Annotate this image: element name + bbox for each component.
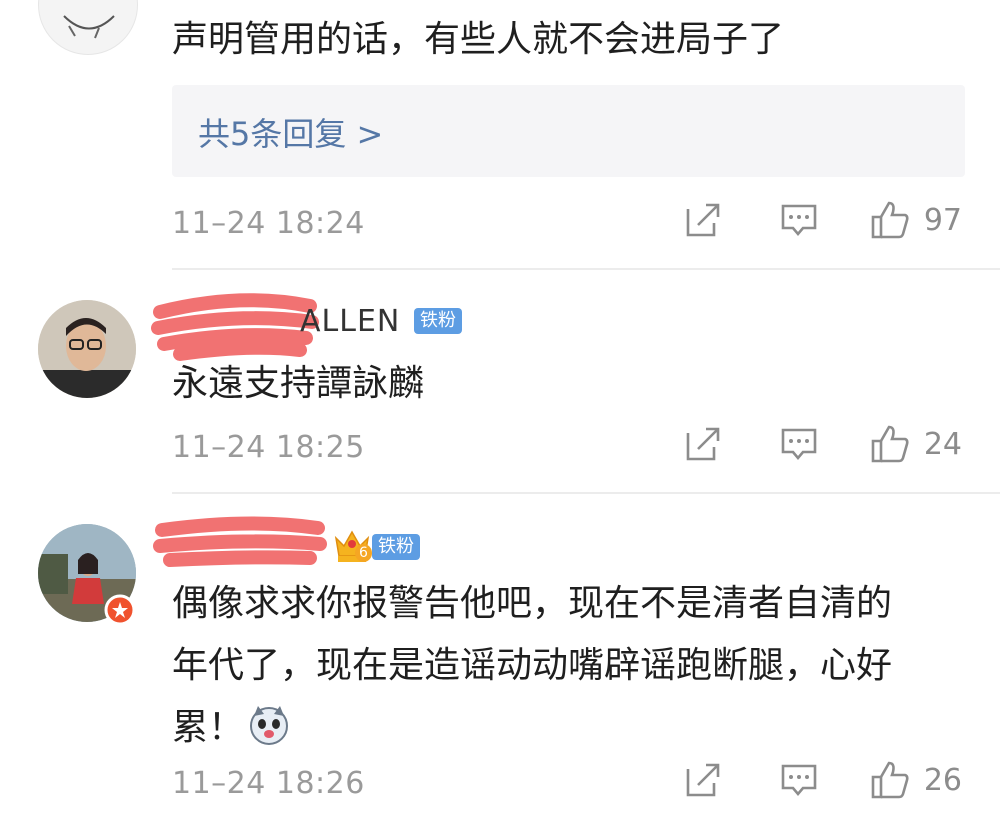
like-button[interactable]: 26 xyxy=(870,760,962,800)
comment-text-line-1: 偶像求求你报警告他吧，现在不是清者自清的 xyxy=(172,583,893,624)
view-replies-link[interactable]: 共5条回复 > xyxy=(198,109,383,155)
like-button[interactable]: 97 xyxy=(870,200,962,240)
timestamp: 11–24 18:25 xyxy=(172,430,365,465)
avatar[interactable] xyxy=(38,0,138,55)
avatar-drawing-icon xyxy=(63,15,115,39)
like-button[interactable]: 24 xyxy=(870,424,962,464)
verified-badge-icon xyxy=(104,594,136,626)
thumbs-up-icon xyxy=(871,425,909,463)
dog-emoji-icon xyxy=(250,706,288,745)
like-count: 26 xyxy=(923,762,962,798)
timestamp: 11–24 18:24 xyxy=(172,206,365,241)
thumbs-up-icon xyxy=(871,201,909,239)
username[interactable]: ALLEN xyxy=(300,304,400,339)
reply-button[interactable] xyxy=(780,425,818,463)
comment-2: ALLEN 铁粉 永遠支持譚詠麟 11–24 18:25 24 xyxy=(0,270,1000,492)
timestamp: 11–24 18:26 xyxy=(172,766,365,801)
share-icon xyxy=(686,763,720,797)
comment-text: 声明管用的话，有些人就不会进局子了 xyxy=(172,19,785,60)
comment-actions: 97 xyxy=(684,200,962,240)
comment-text-line-2: 年代了，现在是造谣动动嘴辟谣跑断腿，心好 xyxy=(172,645,893,686)
comment-icon xyxy=(781,764,817,797)
reply-button[interactable] xyxy=(780,201,818,239)
share-button[interactable] xyxy=(684,761,722,799)
comment-3: 6 铁粉 偶像求求你报警告他吧，现在不是清者自清的 年代了，现在是造谣动动嘴辟谣… xyxy=(0,494,1000,831)
avatar[interactable] xyxy=(38,300,136,398)
comment-1: 声明管用的话，有些人就不会进局子了 共5条回复 > 11–24 18:24 97 xyxy=(0,0,1000,268)
reply-button[interactable] xyxy=(780,761,818,799)
share-icon xyxy=(686,427,720,461)
replies-box[interactable]: 共5条回复 > xyxy=(172,85,965,177)
redaction-mark xyxy=(153,516,327,567)
comment-icon xyxy=(781,428,817,461)
redaction-mark xyxy=(151,293,319,361)
avatar-photo-icon xyxy=(38,300,136,398)
share-icon xyxy=(686,203,720,237)
comment-actions: 26 xyxy=(684,760,962,800)
comment-text: 永遠支持譚詠麟 xyxy=(172,363,425,404)
share-button[interactable] xyxy=(684,201,722,239)
like-count: 97 xyxy=(923,202,962,238)
comment-icon xyxy=(781,204,817,237)
fan-badge: 铁粉 xyxy=(414,308,462,334)
fan-badge: 铁粉 xyxy=(372,534,420,560)
share-button[interactable] xyxy=(684,425,722,463)
comment-text-line-3: 累！ xyxy=(172,707,245,748)
like-count: 24 xyxy=(923,426,962,462)
thumbs-up-icon xyxy=(871,761,909,799)
comment-actions: 24 xyxy=(684,424,962,464)
crown-level: 6 xyxy=(355,544,372,562)
